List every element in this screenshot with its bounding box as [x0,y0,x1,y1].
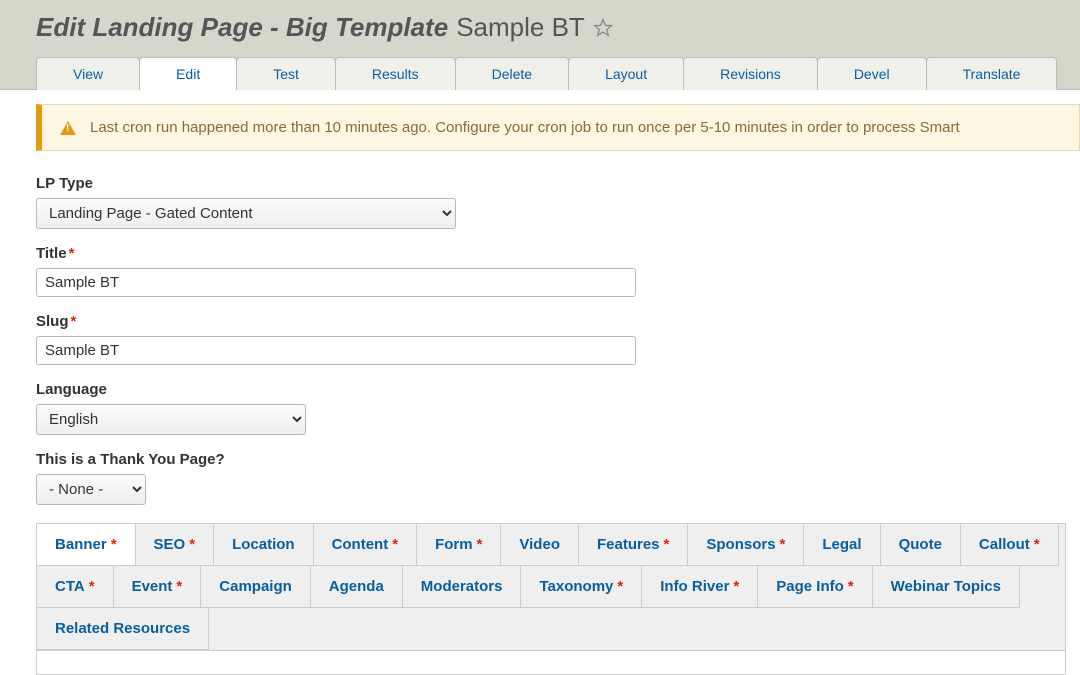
tab-test[interactable]: Test [236,57,336,90]
page-title: Edit Landing Page - Big Template Sample … [36,8,1044,57]
sub-tab-moderators[interactable]: Moderators [403,566,522,608]
title-label: Title* [36,245,1080,262]
sub-tab-features[interactable]: Features* [579,524,688,566]
required-marker: * [617,578,623,595]
tab-view[interactable]: View [36,57,140,90]
sub-tab-sponsors[interactable]: Sponsors * [688,524,804,566]
sub-tab-label: Banner [55,536,107,553]
tab-layout[interactable]: Layout [568,57,684,90]
sub-tab-label: Page Info [776,578,844,595]
required-marker: * [89,578,95,595]
sub-tab-webinar-topics[interactable]: Webinar Topics [873,566,1020,608]
sub-tab-label: Sponsors [706,536,775,553]
title-input[interactable] [36,268,636,297]
warning-icon [60,121,76,135]
slug-input[interactable] [36,336,636,365]
sub-tab-related-resources[interactable]: Related Resources [37,608,209,650]
tab-revisions[interactable]: Revisions [683,57,818,90]
required-marker: * [848,578,854,595]
sub-tab-content[interactable]: Content* [314,524,418,566]
lp-type-label: LP Type [36,175,1080,192]
slug-label: Slug* [36,313,1080,330]
sub-tab-label: Legal [822,536,861,553]
sub-tab-info-river[interactable]: Info River* [642,566,758,608]
required-marker: * [189,536,195,553]
sub-tab-label: Event [132,578,173,595]
sub-tab-page-info[interactable]: Page Info* [758,566,872,608]
required-marker: * [392,536,398,553]
required-marker: * [780,536,786,553]
star-icon[interactable] [593,18,613,38]
required-marker: * [111,536,117,553]
sub-tab-form[interactable]: Form* [417,524,501,566]
warning-text: Last cron run happened more than 10 minu… [90,119,960,136]
warning-message: Last cron run happened more than 10 minu… [36,104,1080,151]
primary-tabs: ViewEditTestResultsDeleteLayoutRevisions… [36,57,1044,90]
lp-type-select[interactable]: Landing Page - Gated Content [36,198,456,229]
sub-tabs: Banner*SEO*LocationContent*Form*VideoFea… [36,523,1066,651]
tab-translate[interactable]: Translate [926,57,1058,90]
tab-results[interactable]: Results [335,57,456,90]
required-marker: * [1034,536,1040,553]
tab-devel[interactable]: Devel [817,57,927,90]
title-name: Sample BT [456,12,585,43]
required-marker: * [733,578,739,595]
sub-tab-banner[interactable]: Banner* [37,524,136,566]
sub-tab-label: Location [232,536,295,553]
sub-tab-label: Moderators [421,578,503,595]
sub-tab-event[interactable]: Event* [114,566,202,608]
sub-tab-label: Related Resources [55,620,190,637]
sub-tab-quote[interactable]: Quote [881,524,961,566]
sub-tab-legal[interactable]: Legal [804,524,880,566]
title-prefix: Edit Landing Page - Big Template [36,12,448,43]
sub-tab-agenda[interactable]: Agenda [311,566,403,608]
tab-delete[interactable]: Delete [455,57,569,90]
sub-tab-label: SEO [154,536,186,553]
sub-tab-label: Info River [660,578,729,595]
sub-tab-video[interactable]: Video [501,524,579,566]
sub-tab-label: Form [435,536,473,553]
sub-tab-cta[interactable]: CTA* [37,566,114,608]
sub-tab-seo[interactable]: SEO* [136,524,215,566]
sub-tab-location[interactable]: Location [214,524,314,566]
sub-tab-content [36,651,1066,675]
sub-tab-label: Features [597,536,660,553]
language-label: Language [36,381,1080,398]
sub-tab-label: Callout [979,536,1030,553]
sub-tab-label: Quote [899,536,942,553]
sub-tab-label: Agenda [329,578,384,595]
sub-tab-label: Content [332,536,389,553]
thank-you-select[interactable]: - None - [36,474,146,505]
sub-tab-campaign[interactable]: Campaign [201,566,311,608]
language-select[interactable]: English [36,404,306,435]
required-marker: * [664,536,670,553]
sub-tab-label: Video [519,536,560,553]
sub-tab-label: Campaign [219,578,292,595]
sub-tab-label: Webinar Topics [891,578,1001,595]
sub-tab-callout[interactable]: Callout* [961,524,1059,566]
required-marker: * [477,536,483,553]
sub-tab-label: CTA [55,578,85,595]
required-marker: * [176,578,182,595]
tab-edit[interactable]: Edit [139,57,237,90]
sub-tab-label: Taxonomy [539,578,613,595]
sub-tab-taxonomy[interactable]: Taxonomy* [521,566,642,608]
thank-you-label: This is a Thank You Page? [36,451,1080,468]
